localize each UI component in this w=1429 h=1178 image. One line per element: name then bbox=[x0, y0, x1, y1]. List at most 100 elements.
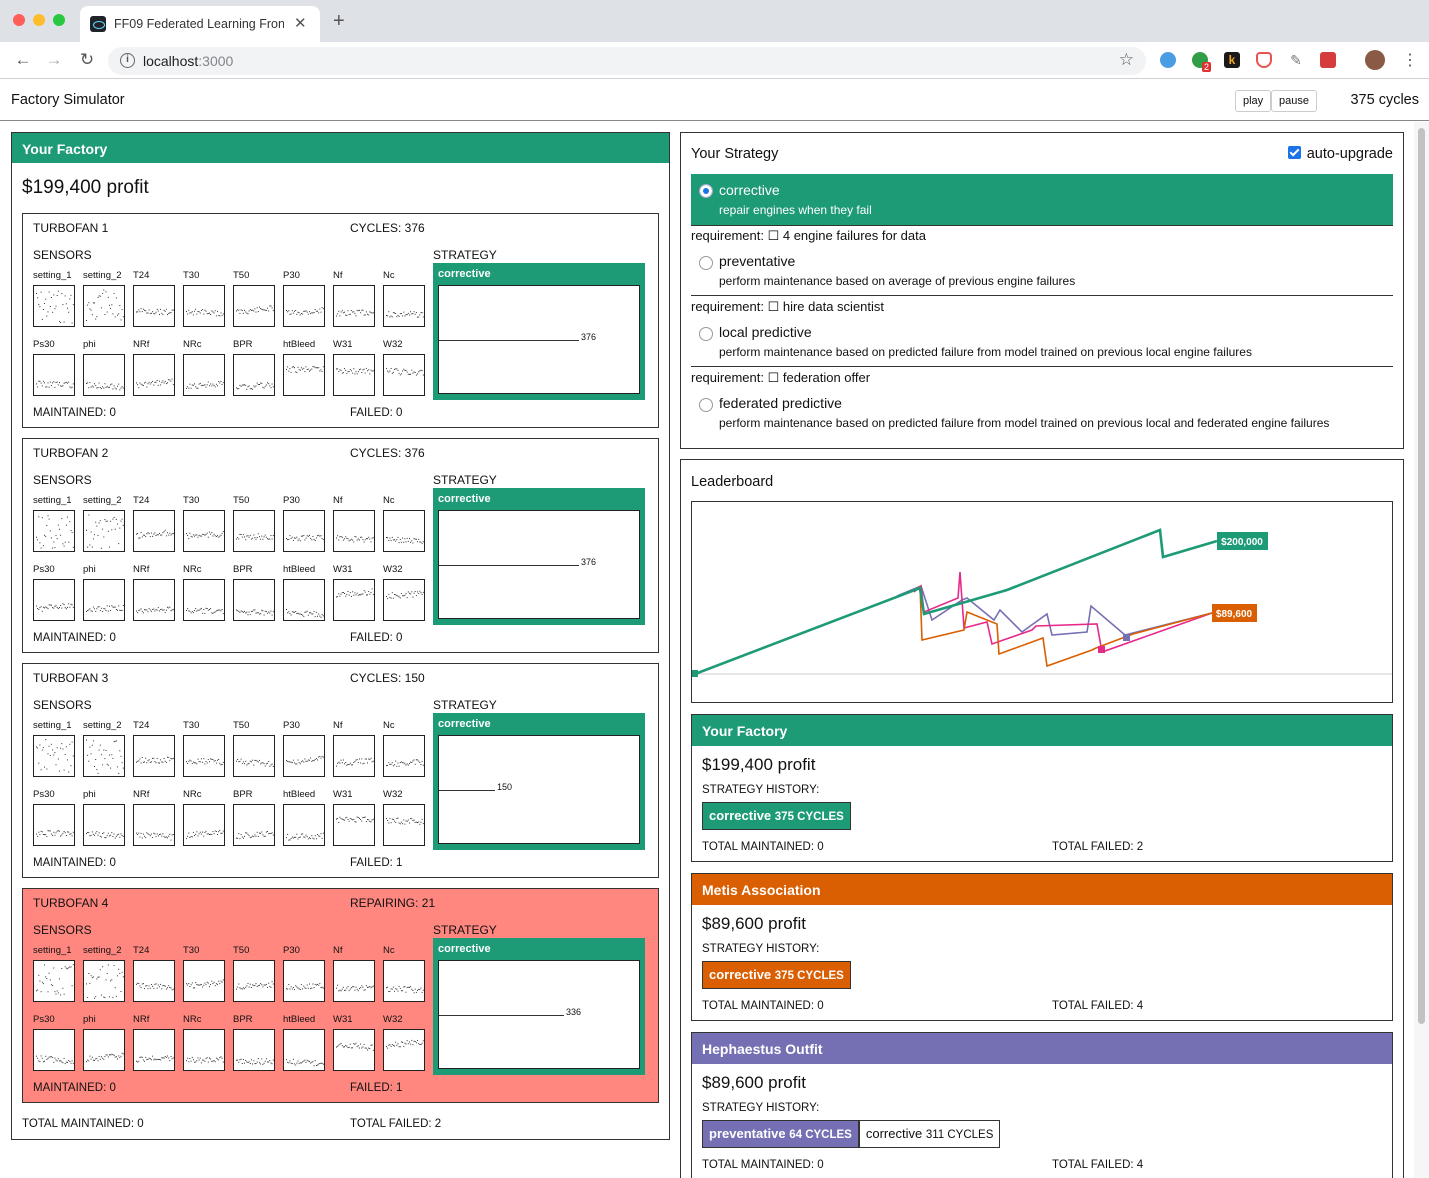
new-tab-button[interactable]: + bbox=[333, 11, 345, 31]
team-profit: $89,600 profit bbox=[702, 1073, 806, 1092]
sensor-W31: W31 bbox=[333, 789, 375, 846]
strategy-history-chip: corrective 375 CYCLES bbox=[702, 802, 851, 830]
info-icon[interactable]: i bbox=[120, 53, 135, 68]
engine-failed: FAILED: 0 bbox=[350, 632, 403, 644]
sensor-label: W32 bbox=[383, 339, 403, 350]
engine-failed: FAILED: 1 bbox=[350, 1082, 403, 1094]
page-scrollbar[interactable] bbox=[1414, 122, 1429, 1178]
sensor-label: Nf bbox=[333, 720, 343, 731]
profile-avatar[interactable] bbox=[1365, 50, 1385, 70]
sensor-htBleed: htBleed bbox=[283, 564, 325, 621]
engine-strategy-name: corrective bbox=[438, 493, 491, 505]
sensor-label: T30 bbox=[183, 495, 200, 506]
auto-upgrade-toggle[interactable]: auto-upgrade bbox=[1287, 146, 1393, 162]
minimize-window-button[interactable] bbox=[33, 14, 45, 26]
sensor-NRc: NRc bbox=[183, 564, 225, 621]
team-total-maintained: TOTAL MAINTAINED: 0 bbox=[702, 841, 824, 853]
strategy-history-chip: corrective 311 CYCLES bbox=[858, 1120, 1001, 1148]
engine-status: CYCLES: 376 bbox=[350, 221, 425, 235]
strategy-option-preventative[interactable]: preventative perform maintenance based o… bbox=[691, 249, 1393, 294]
reload-icon[interactable]: ↻ bbox=[77, 50, 97, 70]
sensor-plot bbox=[33, 735, 75, 777]
sensor-label: T24 bbox=[133, 720, 150, 731]
sensor-T50: T50 bbox=[233, 945, 275, 1002]
engine-failed: FAILED: 1 bbox=[350, 857, 403, 869]
divider bbox=[691, 295, 1393, 296]
extension-k-icon[interactable]: k bbox=[1224, 52, 1240, 68]
sensor-plot bbox=[33, 579, 75, 621]
sensor-plot bbox=[383, 285, 425, 327]
scroll-thumb[interactable] bbox=[1418, 128, 1425, 1024]
sensor-W32: W32 bbox=[383, 339, 425, 396]
sensor-plot bbox=[233, 804, 275, 846]
sensor-label: setting_2 bbox=[83, 495, 122, 506]
sensor-plot bbox=[233, 579, 275, 621]
sensor-label: BPR bbox=[233, 339, 253, 350]
sensor-label: T24 bbox=[133, 945, 150, 956]
sensor-plot bbox=[33, 510, 75, 552]
sensor-label: W32 bbox=[383, 789, 403, 800]
your-factory-line bbox=[694, 528, 1218, 676]
radio-icon[interactable] bbox=[699, 256, 713, 270]
forward-icon[interactable]: → bbox=[44, 50, 64, 70]
sensor-label: phi bbox=[83, 339, 96, 350]
bookmark-star-icon[interactable]: ☆ bbox=[1119, 50, 1134, 70]
sensor-plot bbox=[283, 510, 325, 552]
extension-shield-icon[interactable] bbox=[1256, 52, 1272, 68]
sensor-W31: W31 bbox=[333, 564, 375, 621]
sensor-NRc: NRc bbox=[183, 1014, 225, 1071]
radio-icon[interactable] bbox=[699, 327, 713, 341]
sensor-label: htBleed bbox=[283, 339, 316, 350]
radio-selected-icon[interactable] bbox=[699, 184, 713, 198]
sensor-label: phi bbox=[83, 1014, 96, 1025]
close-icon[interactable]: ✕ bbox=[294, 14, 307, 32]
checkbox-icon[interactable] bbox=[1287, 146, 1301, 159]
sensor-plot bbox=[183, 285, 225, 327]
zoom-window-button[interactable] bbox=[53, 14, 65, 26]
sensor-plot bbox=[133, 735, 175, 777]
pink-marker bbox=[1098, 646, 1105, 653]
pause-button[interactable]: pause bbox=[1271, 90, 1317, 112]
sensor-label: setting_2 bbox=[83, 720, 122, 731]
sensor-plot bbox=[133, 960, 175, 1002]
engine-cycle-value: 376 bbox=[581, 332, 597, 342]
sensor-T30: T30 bbox=[183, 720, 225, 777]
more-menu-icon[interactable]: ⋮ bbox=[1402, 50, 1418, 70]
leaderboard-title: Leaderboard bbox=[691, 474, 774, 490]
play-button[interactable]: play bbox=[1235, 90, 1272, 112]
strategy-option-corrective[interactable]: corrective repair engines when they fail bbox=[691, 174, 1393, 225]
sensor-T50: T50 bbox=[233, 720, 275, 777]
address-bar[interactable]: i localhost:3000 ☆ bbox=[108, 47, 1146, 75]
sensor-label: Nc bbox=[383, 720, 395, 731]
extension-red-icon[interactable] bbox=[1320, 52, 1336, 68]
browser-tab[interactable]: FF09 Federated Learning Front ✕ bbox=[80, 6, 320, 42]
tab-title: FF09 Federated Learning Front bbox=[114, 17, 284, 31]
sensor-plot bbox=[33, 960, 75, 1002]
engine-cycle-value: 376 bbox=[581, 557, 597, 567]
sensor-plot bbox=[283, 1029, 325, 1071]
url-text: localhost:3000 bbox=[143, 53, 234, 69]
back-icon[interactable]: ← bbox=[13, 50, 33, 70]
strategy-option-local-predictive[interactable]: local predictive perform maintenance bas… bbox=[691, 320, 1393, 365]
engine-strategy-plot: 376 bbox=[438, 510, 640, 619]
sensor-label: NRc bbox=[183, 789, 202, 800]
sensor-Nf: Nf bbox=[333, 495, 375, 552]
option-title: preventative bbox=[719, 253, 796, 269]
engine-strategy-name: corrective bbox=[438, 268, 491, 280]
sensor-label: P30 bbox=[283, 945, 300, 956]
sensor-label: Nc bbox=[383, 270, 395, 281]
strategy-option-federated-predictive[interactable]: federated predictive perform maintenance… bbox=[691, 391, 1393, 436]
engine-cycle-value: 336 bbox=[566, 1007, 582, 1017]
sensor-P30: P30 bbox=[283, 720, 325, 777]
strategy-label: STRATEGY bbox=[433, 473, 497, 487]
divider bbox=[691, 366, 1393, 367]
engine-strategy-name: corrective bbox=[438, 718, 491, 730]
sensor-phi: phi bbox=[83, 789, 125, 846]
extension-compass-icon[interactable] bbox=[1160, 52, 1176, 68]
sensor-Nc: Nc bbox=[383, 720, 425, 777]
sensor-label: BPR bbox=[233, 789, 253, 800]
radio-icon[interactable] bbox=[699, 398, 713, 412]
extension-pin-icon[interactable]: ✎ bbox=[1288, 52, 1304, 68]
close-window-button[interactable] bbox=[13, 14, 25, 26]
sensor-label: setting_2 bbox=[83, 945, 122, 956]
